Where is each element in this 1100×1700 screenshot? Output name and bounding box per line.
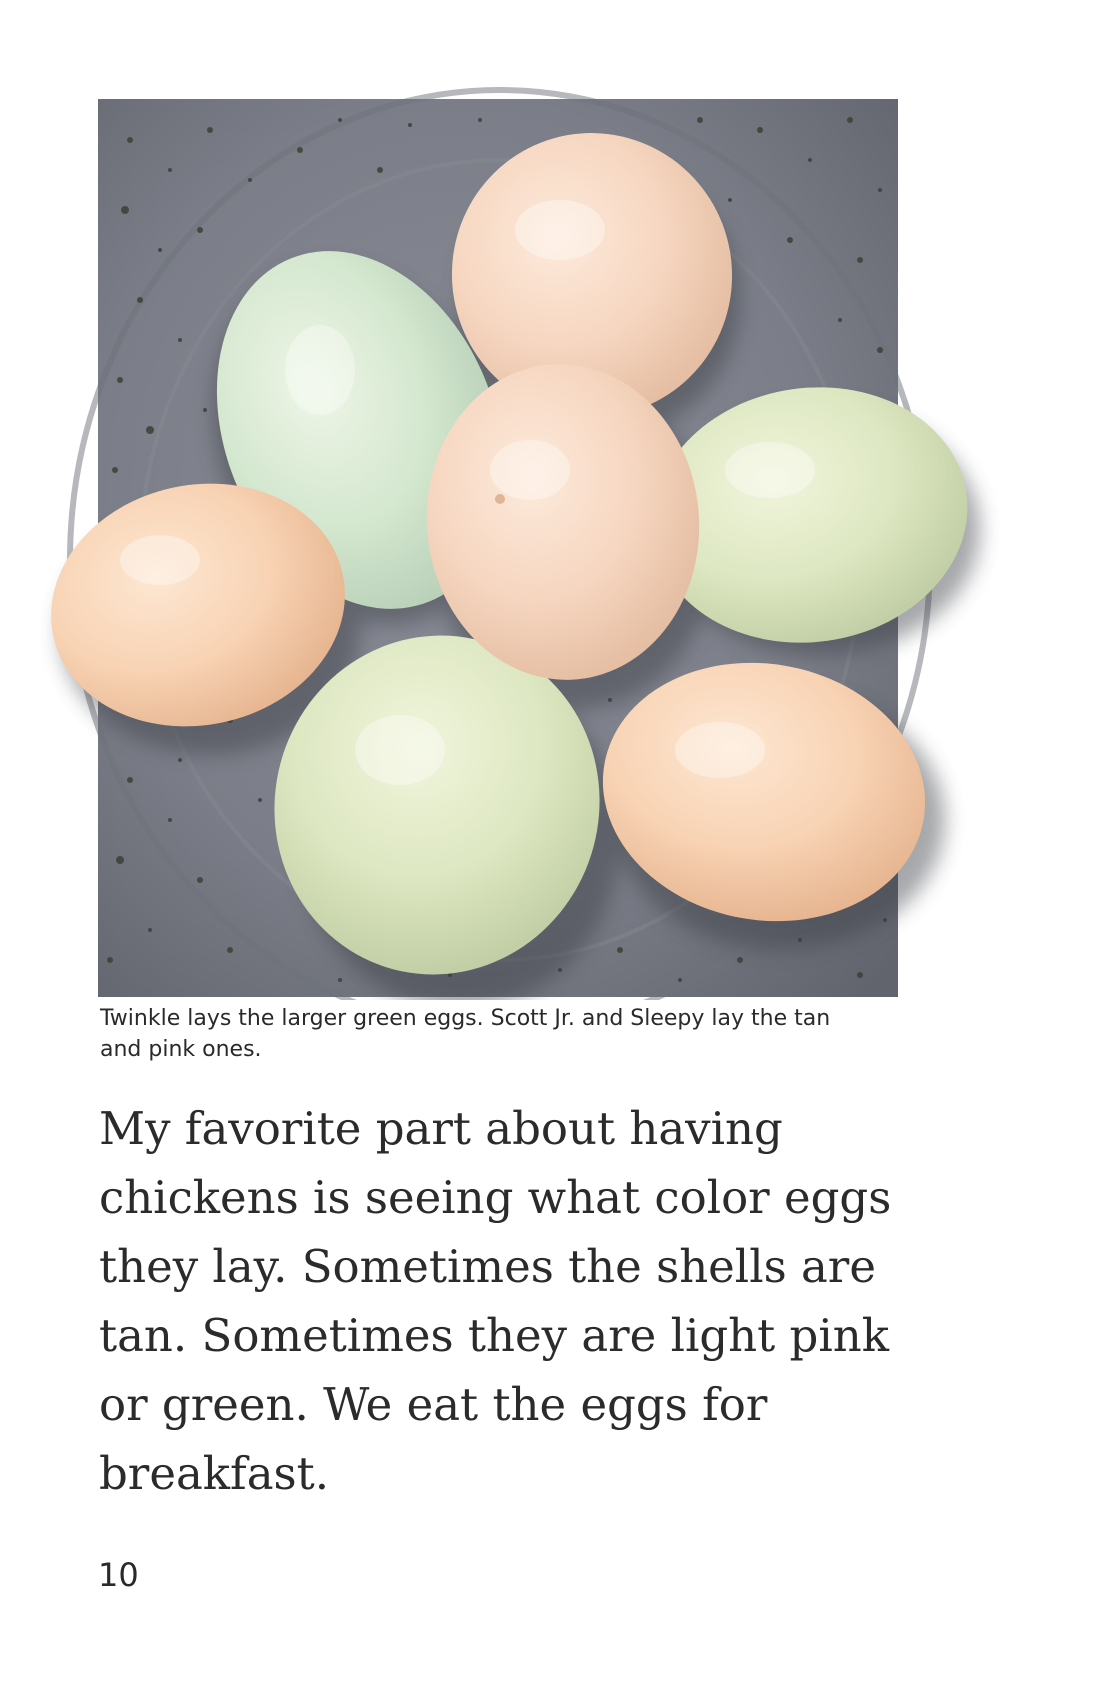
eggs-in-bowl-illustration: [51, 87, 980, 1000]
eggs-photo: [0, 0, 1100, 1000]
body-paragraph: My favorite part about having chickens i…: [99, 1102, 892, 1500]
page-number: 10: [98, 1556, 139, 1594]
photo-caption: Twinkle lays the larger green eggs. Scot…: [100, 1006, 831, 1062]
